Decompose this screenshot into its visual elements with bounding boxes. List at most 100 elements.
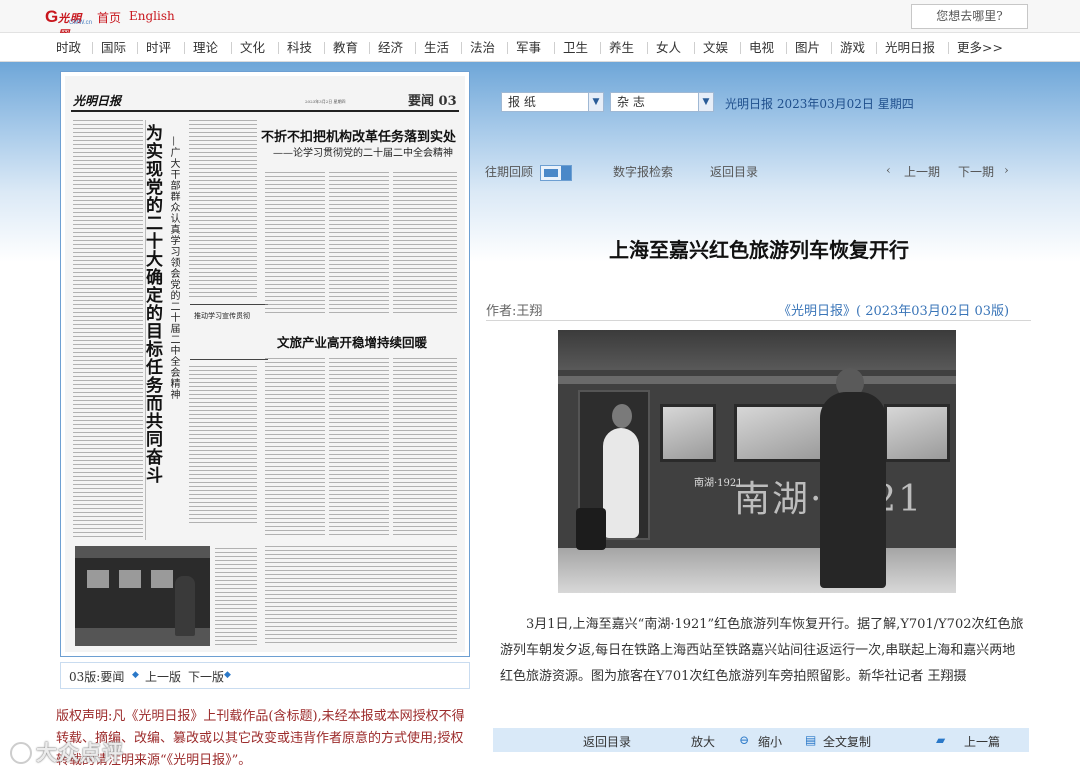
past-issues-label: 往期回顾 <box>485 165 534 179</box>
chevron-left-icon[interactable]: ‹ <box>886 163 891 177</box>
paper-text-column[interactable] <box>73 120 143 540</box>
nav-item[interactable]: 国际 <box>101 38 126 57</box>
paper-photo-thumbnail[interactable] <box>75 546 210 646</box>
home-link[interactable]: 首页 <box>97 9 121 26</box>
site-logo[interactable]: G光明网GMW.cn <box>45 7 92 41</box>
paper-top-rule <box>71 110 459 112</box>
nav-separator <box>740 42 741 54</box>
paper-text-column[interactable] <box>393 172 457 314</box>
nav-item[interactable]: 游戏 <box>840 38 865 57</box>
newspaper-page-image[interactable]: 光明日报 2023年3月2日 星期四 要闻 03 为实现党的二十大确定的目标任务… <box>65 76 465 652</box>
prev-issue-link[interactable]: 上一期 <box>904 163 940 180</box>
nav-separator <box>92 42 93 54</box>
nav-separator <box>647 42 648 54</box>
article-author: 作者:王翔 <box>486 304 543 319</box>
paper-select-value: 报 纸 <box>508 95 536 109</box>
paper-headline-1-sub: ——论学习贯彻党的二十届二中全会精神 <box>273 148 453 159</box>
photo-train-roof <box>558 330 956 372</box>
chevron-down-icon[interactable]: ▼ <box>698 93 713 111</box>
paper-photo-window <box>87 570 109 588</box>
nav-separator <box>507 42 508 54</box>
watermark-text: 大众点评 <box>36 741 124 765</box>
english-link[interactable]: English <box>129 9 175 23</box>
article-toolbar: 返回目录 放大 ⊖ 缩小 ▤ 全文复制 ▰ 上一篇 <box>493 728 1029 752</box>
calendar-picker[interactable] <box>540 165 572 181</box>
nav-item[interactable]: 军事 <box>516 38 541 57</box>
nav-separator <box>461 42 462 54</box>
next-page-link[interactable]: 下一版 <box>188 668 224 685</box>
paper-text-column[interactable] <box>265 546 457 646</box>
newspaper-page-frame[interactable]: 光明日报 2023年3月2日 星期四 要闻 03 为实现党的二十大确定的目标任务… <box>60 71 470 657</box>
paper-text-column[interactable] <box>329 172 389 314</box>
nav-separator <box>137 42 138 54</box>
chevron-right-icon[interactable]: › <box>1004 163 1009 177</box>
main-nav: 时政 国际 时评 理论 文化 科技 教育 经济 生活 法治 军事 卫生 养生 女人 文娱 电视 图片 游戏 光明日报… <box>0 33 1080 62</box>
nav-separator <box>184 42 185 54</box>
prev-page-link[interactable]: 上一版 <box>145 668 181 685</box>
prev-article-button[interactable]: 上一篇 <box>964 733 1000 750</box>
chevron-down-icon[interactable]: ▼ <box>588 93 603 111</box>
paper-text-column[interactable] <box>189 120 257 300</box>
photo-person-woman <box>603 428 639 538</box>
paper-vertical-headline[interactable]: 为实现党的二十大确定的目标任务而共同奋斗 <box>142 124 165 484</box>
paper-section-name: 要闻 03 <box>408 94 457 109</box>
nav-item[interactable]: 光明日报 <box>885 38 935 57</box>
paper-text-column[interactable] <box>215 548 257 646</box>
nav-separator <box>831 42 832 54</box>
nav-separator <box>415 42 416 54</box>
paper-headline-2[interactable]: 文旅产业高开稳增持续回暖 <box>277 332 427 351</box>
nav-item[interactable]: 更多>> <box>957 38 1003 57</box>
return-directory-link[interactable]: 返回目录 <box>710 163 758 180</box>
diamond-icon: ◆ <box>132 670 139 680</box>
nav-item[interactable]: 理论 <box>193 38 218 57</box>
nav-item[interactable]: 文化 <box>240 38 265 57</box>
site-search-input[interactable]: 您想去哪里? <box>911 4 1028 29</box>
nav-item[interactable]: 文娱 <box>703 38 728 57</box>
magnifier-icon: ⊖ <box>739 733 750 747</box>
nav-item[interactable]: 科技 <box>287 38 312 57</box>
nav-item[interactable]: 卫生 <box>563 38 588 57</box>
article-body: 3月1日,上海至嘉兴“南湖·1921”红色旅游列车恢复开行。据了解,Y701/Y… <box>500 617 1024 684</box>
nav-item[interactable]: 法治 <box>470 38 495 57</box>
nav-item[interactable]: 电视 <box>749 38 774 57</box>
nav-item[interactable]: 生活 <box>424 38 449 57</box>
nav-separator <box>948 42 949 54</box>
paper-text-column[interactable] <box>189 366 257 526</box>
paper-vertical-subheadline: —广大干部群众认真学习领会党的二十届二中全会精神 <box>168 136 179 400</box>
paper-date-line: 2023年3月2日 星期四 <box>305 99 346 104</box>
nav-item[interactable]: 养生 <box>609 38 634 57</box>
paper-headline-1[interactable]: 不折不扣把机构改革任务落到实处 <box>261 126 456 145</box>
diamond-icon: ◆ <box>224 670 231 680</box>
paper-text-column[interactable] <box>265 172 325 314</box>
nav-item[interactable]: 经济 <box>378 38 403 57</box>
current-page-label: 03版:要闻 <box>69 670 125 684</box>
paper-text-column[interactable] <box>329 358 389 538</box>
paper-text-column[interactable] <box>265 358 325 538</box>
nav-item[interactable]: 教育 <box>333 38 358 57</box>
zoom-in-button[interactable]: 放大 <box>691 733 715 750</box>
copy-all-button[interactable]: 全文复制 <box>823 733 871 750</box>
photo-person-head <box>612 404 632 428</box>
photo-train-band <box>558 376 956 384</box>
nav-item[interactable]: 时政 <box>56 38 81 57</box>
article-source: 《光明日报》( 2023年03月02日 03版) <box>778 304 1010 319</box>
next-issue-link[interactable]: 下一期 <box>958 163 994 180</box>
paper-select[interactable]: 报 纸 ▼ <box>501 92 604 112</box>
paper-text-column[interactable] <box>393 358 457 538</box>
paper-photo-window <box>119 570 141 588</box>
photo-platform <box>558 548 956 593</box>
nav-item[interactable]: 时评 <box>146 38 171 57</box>
zoom-out-button[interactable]: 缩小 <box>758 733 782 750</box>
digital-search-link[interactable]: 数字报检索 <box>613 163 673 180</box>
return-directory-button[interactable]: 返回目录 <box>583 733 631 750</box>
magazine-select[interactable]: 杂 志 ▼ <box>610 92 714 112</box>
nav-separator <box>369 42 370 54</box>
paper-boxed-note[interactable]: 推动学习宣传贯彻 <box>190 304 268 360</box>
nav-item[interactable]: 女人 <box>656 38 681 57</box>
nav-item[interactable]: 图片 <box>795 38 820 57</box>
nav-separator <box>231 42 232 54</box>
nav-separator <box>600 42 601 54</box>
paper-box-text: 推动学习宣传贯彻 <box>194 312 250 320</box>
photo-train-window <box>734 404 826 462</box>
paper-masthead: 光明日报 <box>73 94 122 108</box>
